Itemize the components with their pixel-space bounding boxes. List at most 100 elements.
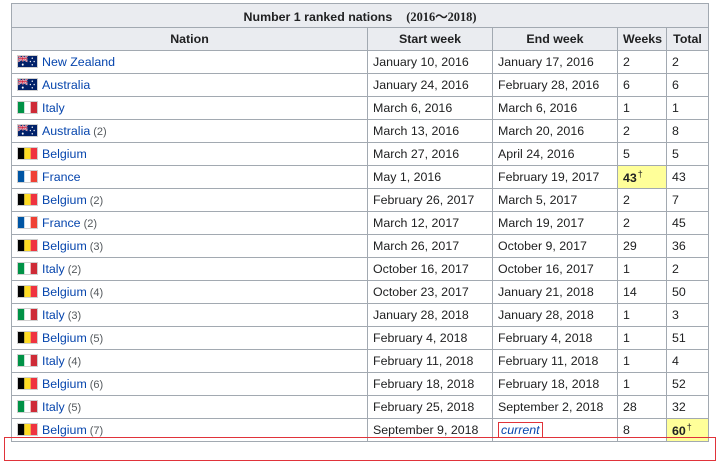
weeks-value: 1 <box>623 354 630 368</box>
nation-cell: Belgium <box>11 142 368 166</box>
total-cell: 2 <box>665 257 710 281</box>
header-start-week[interactable]: Start week <box>367 27 493 51</box>
end-week-cell: March 20, 2016 <box>492 119 618 143</box>
start-week-cell: March 12, 2017 <box>367 211 493 235</box>
total-cell: 32 <box>665 395 710 419</box>
table-row: Australia January 24, 2016 February 28, 20… <box>11 73 710 97</box>
nation-cell: Australia <box>11 73 368 97</box>
start-week-cell: February 4, 2018 <box>367 326 493 350</box>
nation-link[interactable]: Belgium <box>42 377 87 391</box>
nation-cell: Belgium (6) <box>11 372 368 396</box>
end-week: February 11, 2018 <box>498 354 599 368</box>
total-cell: 52 <box>665 372 710 396</box>
total-cell: 3 <box>665 303 710 327</box>
start-week: February 11, 2018 <box>373 354 474 368</box>
end-week-cell: January 21, 2018 <box>492 280 618 304</box>
end-week-cell: February 4, 2018 <box>492 326 618 350</box>
reign-count: (3) <box>67 310 82 322</box>
table-row: Australia (2) March 13, 2016 March 20, 2016… <box>11 119 710 143</box>
table-years: (2016～2018) <box>406 9 477 24</box>
dagger-mark: † <box>637 168 643 179</box>
total-value: 7 <box>672 193 679 207</box>
weeks-value: 2 <box>623 124 630 138</box>
start-week: February 18, 2018 <box>373 377 475 391</box>
end-week-cell: February 28, 2016 <box>492 73 618 97</box>
nation-link[interactable]: Australia <box>42 124 90 138</box>
total-value: 8 <box>672 124 679 138</box>
nation-link[interactable]: New Zealand <box>42 55 115 69</box>
end-week-link[interactable]: current <box>501 423 540 437</box>
end-week: October 9, 2017 <box>498 239 587 253</box>
reign-count: (6) <box>89 379 104 391</box>
weeks-cell: 1 <box>617 96 667 120</box>
nation-cell: Italy (3) <box>11 303 368 327</box>
total-cell: 50 <box>665 280 710 304</box>
total-value: 4 <box>672 354 679 368</box>
start-week: February 25, 2018 <box>373 400 475 414</box>
nation-link[interactable]: Italy <box>42 101 65 115</box>
header-end-week[interactable]: End week <box>492 27 618 51</box>
nation-link[interactable]: Italy <box>42 400 65 414</box>
nation-link[interactable]: Belgium <box>42 331 87 345</box>
ranked-nations-table: Number 1 ranked nations (2016～2018) Natio… <box>10 3 710 442</box>
reign-count: (2) <box>93 126 107 138</box>
reign-count: (2) <box>89 195 104 207</box>
end-week-cell: March 5, 2017 <box>492 188 618 212</box>
total-value: 52 <box>672 377 686 391</box>
nation-link[interactable]: France <box>42 216 81 230</box>
nation-link[interactable]: Italy <box>42 354 65 368</box>
total-cell: 2 <box>665 50 710 74</box>
total-value: 36 <box>672 239 686 253</box>
weeks-cell: 29 <box>617 234 667 258</box>
start-week: March 6, 2016 <box>373 101 453 115</box>
nation-link[interactable]: Belgium <box>42 423 87 437</box>
nation-link[interactable]: Italy <box>42 262 65 276</box>
nation-link[interactable]: Belgium <box>42 285 87 299</box>
belgium-flag <box>17 331 38 344</box>
total-value: 1 <box>672 101 679 115</box>
start-week: March 27, 2016 <box>373 147 460 161</box>
total-cell: 7 <box>665 188 710 212</box>
nation-link[interactable]: Belgium <box>42 147 87 161</box>
total-value: 50 <box>672 285 686 299</box>
header-nation[interactable]: Nation <box>11 27 368 51</box>
end-week-cell: April 24, 2016 <box>492 142 618 166</box>
italy-flag <box>17 400 38 413</box>
header-weeks[interactable]: Weeks <box>617 27 667 51</box>
end-week: February 18, 2018 <box>498 377 600 391</box>
table-row: Belgium (5) February 4, 2018 February 4, 20… <box>11 326 710 350</box>
start-week: January 24, 2016 <box>373 78 469 92</box>
table-row: Belgium (2) February 26, 2017 March 5, 2017… <box>11 188 710 212</box>
australia-nz-flag <box>17 55 38 68</box>
australia-nz-flag <box>17 124 38 137</box>
total-cell: 1 <box>665 96 710 120</box>
dagger-mark: † <box>686 421 692 432</box>
end-week-cell: March 6, 2016 <box>492 96 618 120</box>
end-week-cell: October 16, 2017 <box>492 257 618 281</box>
table-row: Italy (3) January 28, 2018 January 28, 2018… <box>11 303 710 327</box>
belgium-flag <box>17 147 38 160</box>
end-week-cell: February 11, 2018 <box>492 349 618 373</box>
nation-cell: Belgium (7) <box>11 418 368 442</box>
current-label-box: current <box>498 422 543 438</box>
start-week: February 4, 2018 <box>373 331 468 345</box>
total-cell: 60† <box>665 418 710 442</box>
start-week: January 10, 2016 <box>373 55 469 69</box>
reign-count: (4) <box>67 356 82 368</box>
table-row: Belgium March 27, 2016 April 24, 2016 5 5 <box>11 142 710 166</box>
nation-link[interactable]: France <box>42 170 81 184</box>
end-week: September 2, 2018 <box>498 400 604 414</box>
end-week: March 19, 2017 <box>498 216 585 230</box>
end-week-cell: February 18, 2018 <box>492 372 618 396</box>
weeks-cell: 1 <box>617 303 667 327</box>
nation-link[interactable]: Belgium <box>42 193 87 207</box>
nation-link[interactable]: Belgium <box>42 239 87 253</box>
start-week: March 12, 2017 <box>373 216 460 230</box>
nation-cell: Belgium (3) <box>11 234 368 258</box>
nation-link[interactable]: Australia <box>42 78 90 92</box>
nation-link[interactable]: Italy <box>42 308 65 322</box>
table-row: Italy (5) February 25, 2018 September 2, 20… <box>11 395 710 419</box>
total-cell: 43 <box>665 165 710 189</box>
nation-cell: Italy (4) <box>11 349 368 373</box>
header-total[interactable]: Total <box>665 27 710 51</box>
